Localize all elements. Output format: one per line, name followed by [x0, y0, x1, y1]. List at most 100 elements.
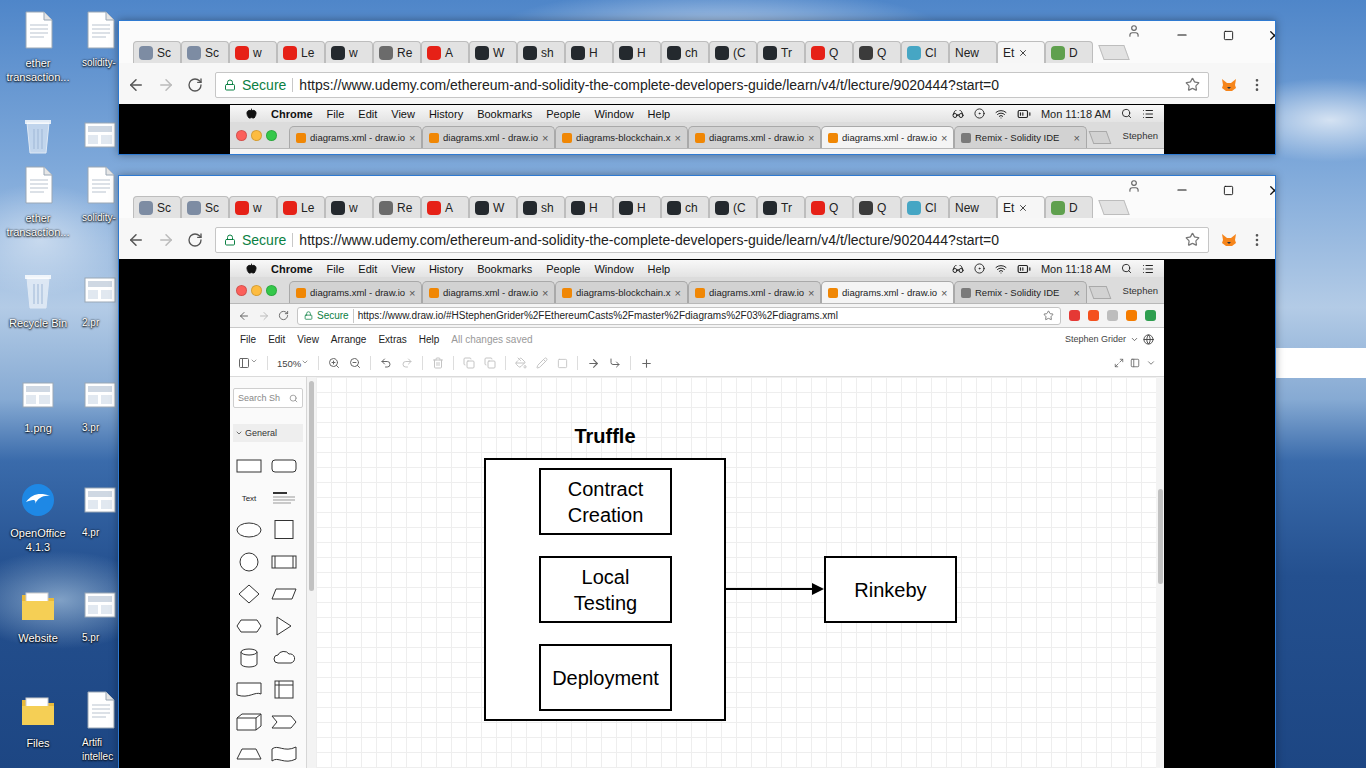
mac-browser-tab[interactable]: Remix - Solidity IDE×	[954, 281, 1087, 303]
extension-icon[interactable]	[1069, 310, 1080, 321]
browser-tab[interactable]: w	[229, 196, 277, 218]
browser-tab[interactable]: Q	[805, 41, 853, 63]
extension-icon[interactable]	[1145, 310, 1156, 321]
desktop-icon[interactable]: ether transaction...	[0, 10, 76, 115]
fill-button[interactable]	[515, 357, 527, 369]
minimize-button[interactable]	[1159, 21, 1205, 49]
browser-tab[interactable]: H	[565, 196, 613, 218]
circle-shape-icon[interactable]	[236, 552, 262, 572]
new-tab-button[interactable]	[1089, 131, 1112, 144]
ellipse-shape-icon[interactable]	[236, 520, 262, 540]
browser-tab[interactable]: New	[949, 196, 997, 218]
close-button[interactable]	[1251, 176, 1276, 204]
arrow-right-icon[interactable]	[258, 310, 270, 322]
tab-close[interactable]: ×	[542, 287, 548, 299]
browser-tab[interactable]: D	[1045, 196, 1093, 218]
browser-tab[interactable]: ch	[661, 196, 709, 218]
wifi-icon[interactable]	[995, 263, 1007, 275]
minimize-light[interactable]	[251, 285, 262, 296]
collapse-icon[interactable]	[1146, 358, 1156, 368]
star-icon[interactable]	[1185, 232, 1200, 247]
metamask-icon[interactable]	[1221, 232, 1237, 248]
browser-tab[interactable]: A	[421, 196, 469, 218]
browser-tab[interactable]: sh	[517, 41, 565, 63]
delete-button[interactable]	[432, 357, 444, 369]
browser-tab[interactable]: Cl	[901, 196, 949, 218]
new-tab-button[interactable]	[1089, 286, 1112, 299]
menu-item[interactable]: Edit	[358, 263, 377, 275]
tab-close[interactable]: ×	[409, 287, 415, 299]
address-field[interactable]: Securehttps://www.udemy.com/ethereum-and…	[215, 227, 1209, 253]
desktop-icon[interactable]: ether transaction...	[0, 165, 76, 270]
browser-tab[interactable]: Cl	[901, 41, 949, 63]
mac-browser-tab[interactable]: diagrams-blockchain.x×	[555, 126, 688, 148]
diagram-canvas[interactable]: TruffleContract CreationLocal TestingDep…	[316, 377, 1156, 768]
menu-item[interactable]: File	[327, 263, 345, 275]
diagram-title[interactable]: Truffle	[484, 424, 726, 448]
browser-window[interactable]: ScScwLewReAWshHHch(CTrQQClNewEtDSecureht…	[118, 20, 1276, 155]
menu-item[interactable]: Help	[648, 263, 671, 275]
browser-tab[interactable]: Tr	[757, 41, 805, 63]
globe-icon[interactable]	[1143, 334, 1154, 345]
connection-button[interactable]	[587, 357, 600, 370]
mac-browser-tab[interactable]: diagrams.xml - draw.io×	[289, 281, 422, 303]
mac-browser-tab[interactable]: diagrams-blockchain.x×	[555, 281, 688, 303]
minimize-button[interactable]	[1159, 176, 1205, 204]
mac-browser-tab[interactable]: diagrams.xml - draw.io×	[821, 281, 954, 303]
app-menu[interactable]: Chrome	[271, 108, 313, 120]
zoom-out-button[interactable]	[349, 357, 361, 369]
zoom-light[interactable]	[266, 130, 277, 141]
glasses-icon[interactable]	[952, 263, 964, 275]
tab-close[interactable]: ×	[1074, 132, 1080, 144]
scroll-thumb[interactable]	[1158, 489, 1163, 584]
menu-item[interactable]: Window	[594, 263, 633, 275]
record-icon[interactable]	[974, 263, 985, 274]
mac-browser-tab[interactable]: diagrams.xml - draw.io×	[422, 126, 555, 148]
mac-browser-tab[interactable]: diagrams.xml - draw.io×	[289, 126, 422, 148]
fullscreen-icon[interactable]	[1114, 358, 1124, 368]
arrow-left-icon[interactable]	[238, 310, 250, 322]
tab-close[interactable]: ×	[808, 287, 814, 299]
panel-toggle-icon[interactable]	[1130, 358, 1140, 368]
maximize-button[interactable]	[1205, 176, 1251, 204]
mac-browser-tab[interactable]: diagrams.xml - draw.io×	[688, 281, 821, 303]
video-player[interactable]: ChromeFileEditViewHistoryBookmarksPeople…	[119, 259, 1275, 768]
rounded-shape-icon[interactable]	[271, 456, 297, 476]
browser-tab[interactable]: Sc	[181, 41, 229, 63]
browser-tab[interactable]: H	[565, 41, 613, 63]
desktop-icon[interactable]: Files	[0, 690, 76, 768]
shadow-button[interactable]	[557, 358, 568, 369]
close-light[interactable]	[236, 130, 247, 141]
clock[interactable]: Mon 11:18 AM	[1041, 108, 1111, 120]
undo-button[interactable]	[380, 357, 392, 369]
shape-search[interactable]: Search Sh	[233, 388, 303, 408]
to-back-button[interactable]	[484, 357, 496, 369]
clock[interactable]: Mon 11:18 AM	[1041, 263, 1111, 275]
step-shape-icon[interactable]	[271, 712, 297, 732]
menu-item[interactable]: History	[429, 263, 463, 275]
browser-tab[interactable]: Q	[805, 196, 853, 218]
browser-tab[interactable]: Sc	[133, 196, 181, 218]
menu-item[interactable]: Window	[594, 108, 633, 120]
apple-icon[interactable]	[246, 108, 257, 119]
search-icon[interactable]	[1121, 263, 1132, 274]
tab-close[interactable]: ×	[675, 287, 681, 299]
trapezoid-shape-icon[interactable]	[236, 744, 262, 764]
user-menu[interactable]: Stephen Grider	[1065, 334, 1154, 345]
extension-icon[interactable]	[1107, 310, 1118, 321]
browser-tab[interactable]: Le	[277, 41, 325, 63]
browser-tab[interactable]: (C	[709, 196, 757, 218]
cloud-shape-icon[interactable]	[271, 648, 297, 668]
star-icon[interactable]	[1043, 310, 1054, 321]
browser-tab[interactable]: Le	[277, 196, 325, 218]
app-menu[interactable]: Chrome	[271, 263, 313, 275]
browser-tab[interactable]: ch	[661, 41, 709, 63]
triangle-shape-icon[interactable]	[271, 616, 297, 636]
browser-tab[interactable]: H	[613, 196, 661, 218]
close-tab-icon[interactable]	[1018, 48, 1028, 58]
tab-close[interactable]: ×	[941, 132, 947, 144]
menu-item[interactable]: People	[546, 108, 580, 120]
new-tab-button[interactable]	[1098, 45, 1129, 60]
browser-tab[interactable]: Q	[853, 196, 901, 218]
menu-item[interactable]: Arrange	[331, 334, 367, 345]
